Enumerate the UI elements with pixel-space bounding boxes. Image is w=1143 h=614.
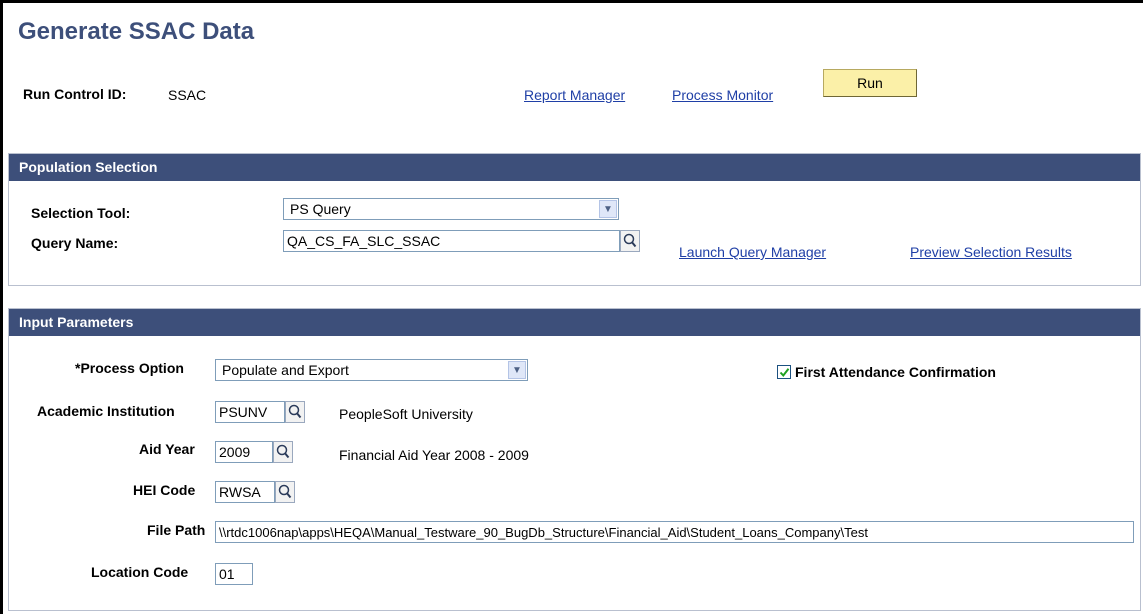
- preview-selection-results-link[interactable]: Preview Selection Results: [910, 244, 1072, 260]
- run-button[interactable]: Run: [823, 69, 917, 97]
- aid-year-input[interactable]: 2009: [215, 441, 273, 463]
- process-option-label: *Process Option: [75, 360, 184, 376]
- aid-year-label: Aid Year: [139, 441, 195, 457]
- run-control-label: Run Control ID:: [23, 86, 127, 102]
- process-option-select[interactable]: Populate and Export ▼: [215, 359, 528, 381]
- population-selection-header: Population Selection: [9, 154, 1140, 181]
- magnifier-lookup-icon[interactable]: [273, 441, 293, 463]
- report-manager-link[interactable]: Report Manager: [524, 87, 625, 103]
- location-code-label: Location Code: [91, 564, 189, 580]
- file-path-label: File Path: [147, 522, 206, 538]
- selection-tool-select[interactable]: PS Query ▼: [283, 198, 619, 220]
- chevron-down-icon[interactable]: ▼: [599, 200, 617, 218]
- query-name-input[interactable]: QA_CS_FA_SLC_SSAC: [283, 230, 620, 252]
- selection-tool-value: PS Query: [290, 201, 351, 217]
- magnifier-lookup-icon[interactable]: [285, 401, 305, 423]
- process-monitor-link[interactable]: Process Monitor: [672, 87, 773, 103]
- chevron-down-icon[interactable]: ▼: [508, 361, 526, 379]
- hei-code-input[interactable]: RWSA: [215, 481, 275, 503]
- first-attendance-checkbox[interactable]: [777, 365, 791, 379]
- academic-institution-description: PeopleSoft University: [339, 406, 473, 422]
- population-selection-group: Population Selection Selection Tool: PS …: [8, 153, 1141, 286]
- academic-institution-input[interactable]: PSUNV: [215, 401, 285, 423]
- location-code-input[interactable]: 01: [215, 563, 253, 585]
- process-option-value: Populate and Export: [222, 362, 349, 378]
- aid-year-description: Financial Aid Year 2008 - 2009: [339, 447, 529, 463]
- input-parameters-header: Input Parameters: [9, 309, 1140, 336]
- input-parameters-group: Input Parameters *Process Option Populat…: [8, 308, 1141, 611]
- selection-tool-label: Selection Tool:: [31, 205, 131, 221]
- run-control-value: SSAC: [168, 87, 207, 103]
- file-path-input[interactable]: \\rtdc1006nap\apps\HEQA\Manual_Testware_…: [215, 521, 1134, 543]
- launch-query-manager-link[interactable]: Launch Query Manager: [679, 244, 826, 260]
- hei-code-label: HEI Code: [133, 482, 196, 498]
- page-title: Generate SSAC Data: [18, 18, 255, 45]
- magnifier-lookup-icon[interactable]: [620, 230, 640, 252]
- query-name-label: Query Name:: [31, 235, 119, 251]
- academic-institution-label: Academic Institution: [37, 403, 175, 419]
- magnifier-lookup-icon[interactable]: [275, 481, 295, 503]
- first-attendance-label: First Attendance Confirmation: [795, 364, 996, 380]
